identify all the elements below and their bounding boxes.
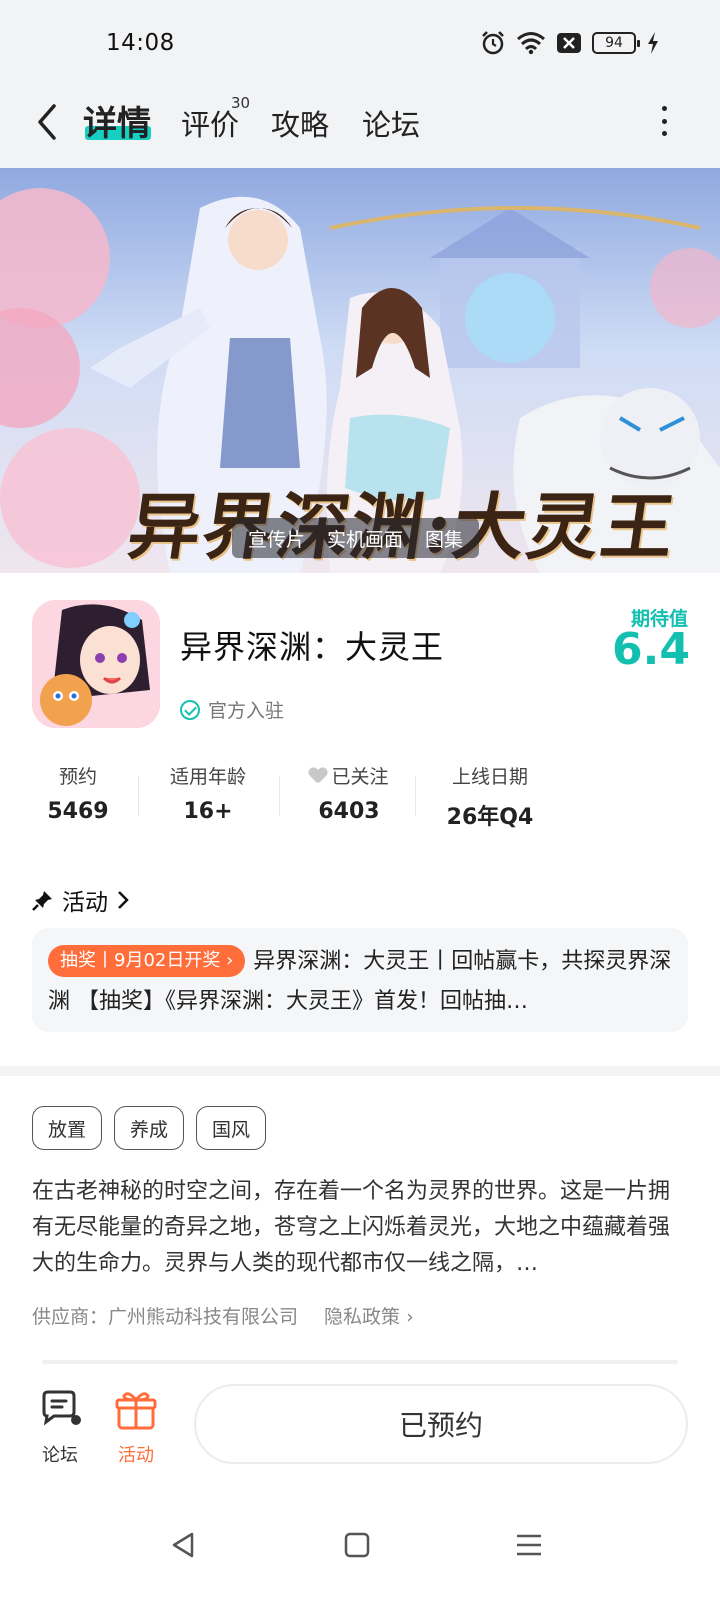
more-options-icon[interactable] <box>658 106 670 136</box>
lottery-tag-label: 抽奖丨9月02日开奖 <box>60 950 221 971</box>
status-icons: 94 <box>480 30 660 56</box>
media-tabs: 宣传片 实机画面 图集 <box>232 518 480 558</box>
system-back-icon[interactable] <box>168 1530 198 1560</box>
battery-icon: 94 <box>592 32 640 54</box>
tab-guides[interactable]: 攻略 <box>271 102 329 144</box>
tab-forum[interactable]: 论坛 <box>362 102 420 144</box>
official-label: 官方入驻 <box>208 700 285 722</box>
app-name: 异界深渊：大灵王 <box>180 628 445 666</box>
top-nav: 详情 评价 30 攻略 论坛 <box>0 90 720 168</box>
chevron-right-icon <box>118 891 129 909</box>
stats-row: 预约 5469 适用年龄 16+ 已关注 6403 上线日期 26年Q4 <box>32 762 572 832</box>
stat-value: 26年Q4 <box>446 805 534 830</box>
genre-tag[interactable]: 养成 <box>114 1106 184 1150</box>
system-menu-icon[interactable] <box>514 1530 544 1560</box>
bottom-action-bar: 论坛 活动 已预约 <box>0 1364 720 1504</box>
alarm-icon <box>482 31 504 55</box>
activity-section-header[interactable]: 活动 <box>32 883 130 917</box>
app-icon <box>32 600 160 728</box>
genre-tag[interactable]: 放置 <box>32 1106 102 1150</box>
activity-title: 活动 <box>62 890 108 916</box>
no-sim-icon <box>557 33 581 53</box>
section-divider <box>0 1066 720 1076</box>
forum-label: 论坛 <box>42 1445 78 1466</box>
status-bar: 14:08 94 <box>0 0 720 90</box>
forum-button[interactable]: 论坛 <box>28 1390 92 1467</box>
forum-chat-icon <box>42 1390 81 1426</box>
divider <box>415 776 416 816</box>
media-tab-gameplay[interactable]: 实机画面 <box>327 525 403 552</box>
game-description[interactable]: 在古老神秘的时空之间，存在着一个名为灵界的世界。这是一片拥有无尽能量的奇异之地，… <box>32 1174 688 1282</box>
stat-label: 预约 <box>58 766 97 788</box>
stat-label: 上线日期 <box>451 766 528 788</box>
reviews-count-badge: 30 <box>231 94 251 112</box>
wifi-icon <box>517 32 545 55</box>
divider <box>138 776 139 816</box>
provider-label: 供应商：广州熊动科技有限公司 <box>32 1306 299 1328</box>
stat-release-date: 上线日期 26年Q4 <box>430 762 550 831</box>
activity-label: 活动 <box>118 1445 154 1466</box>
lottery-tag[interactable]: 抽奖丨9月02日开奖 › <box>48 945 246 977</box>
stat-reservations: 预约 5469 <box>32 762 124 824</box>
divider <box>279 776 280 816</box>
gift-icon <box>115 1392 157 1430</box>
system-home-icon[interactable] <box>342 1530 372 1560</box>
activity-button[interactable]: 活动 <box>104 1390 168 1467</box>
privacy-policy-link[interactable]: 隐私政策 › <box>324 1302 414 1329</box>
heart-icon <box>309 768 327 784</box>
back-icon[interactable] <box>30 100 70 144</box>
media-tab-gallery[interactable]: 图集 <box>425 525 463 552</box>
stat-value: 5469 <box>47 799 109 824</box>
stat-followers[interactable]: 已关注 6403 <box>294 762 404 824</box>
provider-row: 供应商：广州熊动科技有限公司 隐私政策 › <box>32 1302 414 1329</box>
stat-age-rating: 适用年龄 16+ <box>152 762 264 824</box>
stat-label: 适用年龄 <box>169 766 246 788</box>
charging-icon <box>648 32 658 54</box>
reserved-button[interactable]: 已预约 <box>194 1384 688 1464</box>
hero-banner[interactable]: 异界深渊:大灵王 宣传片 实机画面 图集 <box>0 168 720 573</box>
media-tab-trailer[interactable]: 宣传片 <box>248 525 305 552</box>
pin-icon <box>32 891 52 911</box>
stat-value: 16+ <box>183 799 233 824</box>
app-icon-art <box>32 600 160 728</box>
official-badge: 官方入驻 <box>180 696 284 723</box>
privacy-policy-label: 隐私政策 <box>324 1306 401 1328</box>
expectation-score: 6.4 <box>612 624 690 675</box>
status-time: 14:08 <box>106 30 175 56</box>
verified-check-icon <box>180 699 200 720</box>
stat-value: 6403 <box>318 799 380 824</box>
system-nav-bar <box>0 1504 720 1600</box>
activity-card[interactable]: 抽奖丨9月02日开奖 › 异界深渊：大灵王丨回帖赢卡，共探灵界深渊 【抽奖】《异界… <box>32 928 688 1032</box>
tab-details[interactable]: 详情 <box>83 96 151 145</box>
genre-tag[interactable]: 国风 <box>196 1106 266 1150</box>
stat-label: 已关注 <box>331 766 389 788</box>
